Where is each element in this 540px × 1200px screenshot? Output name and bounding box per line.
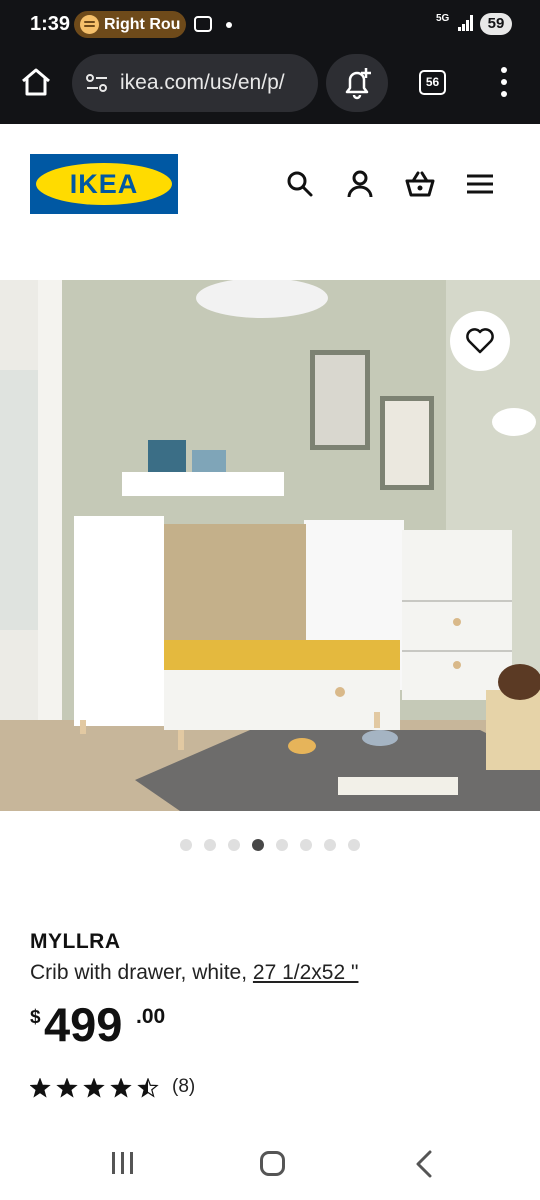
home-icon[interactable]	[18, 64, 54, 100]
carousel-dot[interactable]	[180, 839, 192, 851]
product-size-link[interactable]: 27 1/2x52 "	[253, 961, 359, 984]
url-bar[interactable]: ikea.com/us/en/p/	[72, 54, 318, 112]
now-playing-pill[interactable]: Right Rou	[74, 11, 186, 38]
now-playing-text: Right Rou	[104, 16, 181, 33]
url-text: ikea.com/us/en/p/	[120, 71, 285, 94]
browser-toolbar: ikea.com/us/en/p/ 56	[0, 50, 540, 124]
product-description: Crib with drawer, white, 27 1/2x52 "	[30, 961, 358, 985]
back-icon[interactable]	[414, 1150, 434, 1178]
rating-count[interactable]: (8)	[172, 1076, 195, 1098]
favorite-button[interactable]	[450, 311, 510, 371]
carousel-dot[interactable]	[204, 839, 216, 851]
price-whole: 499	[44, 998, 123, 1051]
price-currency: $	[30, 1007, 41, 1028]
notification-button[interactable]	[326, 54, 388, 112]
product-description-text: Crib with drawer, white,	[30, 961, 253, 984]
product-name: MYLLRA	[30, 930, 121, 953]
star-full-icon	[83, 1078, 105, 1098]
status-bar: 1:39 Right Rou 5G 59	[0, 0, 540, 50]
carousel-dot[interactable]	[324, 839, 336, 851]
star-full-icon	[56, 1078, 78, 1098]
ikea-logo[interactable]: IKEA	[30, 154, 178, 214]
more-menu-icon[interactable]	[498, 67, 510, 97]
carousel-dot[interactable]	[300, 839, 312, 851]
carousel-dot[interactable]	[228, 839, 240, 851]
system-navigation-bar	[0, 1130, 540, 1200]
heart-icon	[466, 328, 494, 354]
carousel-dot[interactable]	[276, 839, 288, 851]
carousel-dot-active[interactable]	[252, 839, 264, 851]
account-icon[interactable]	[344, 168, 376, 200]
status-time: 1:39	[30, 13, 71, 35]
recent-apps-icon[interactable]	[110, 1152, 136, 1174]
carousel-dot[interactable]	[348, 839, 360, 851]
carousel-indicator	[180, 839, 370, 851]
signal-icon	[458, 15, 474, 31]
search-icon[interactable]	[284, 168, 316, 200]
site-settings-icon[interactable]	[86, 74, 108, 92]
star-full-icon	[30, 1078, 51, 1098]
bell-plus-icon	[345, 68, 371, 100]
logo-text: IKEA	[36, 163, 172, 205]
star-full-icon	[110, 1078, 132, 1098]
home-nav-icon[interactable]	[260, 1151, 285, 1176]
spotify-icon	[80, 15, 99, 34]
rating-stars[interactable]	[30, 1078, 160, 1098]
network-type: 5G	[436, 13, 450, 24]
price-decimal: .00	[136, 1005, 166, 1028]
tab-switcher-button[interactable]: 56	[419, 70, 446, 95]
notification-dot-icon	[226, 22, 232, 28]
shopping-bag-icon[interactable]	[404, 168, 436, 200]
screenshot-icon	[194, 16, 212, 32]
battery-indicator: 59	[480, 13, 512, 35]
hamburger-menu-icon[interactable]	[464, 168, 496, 200]
